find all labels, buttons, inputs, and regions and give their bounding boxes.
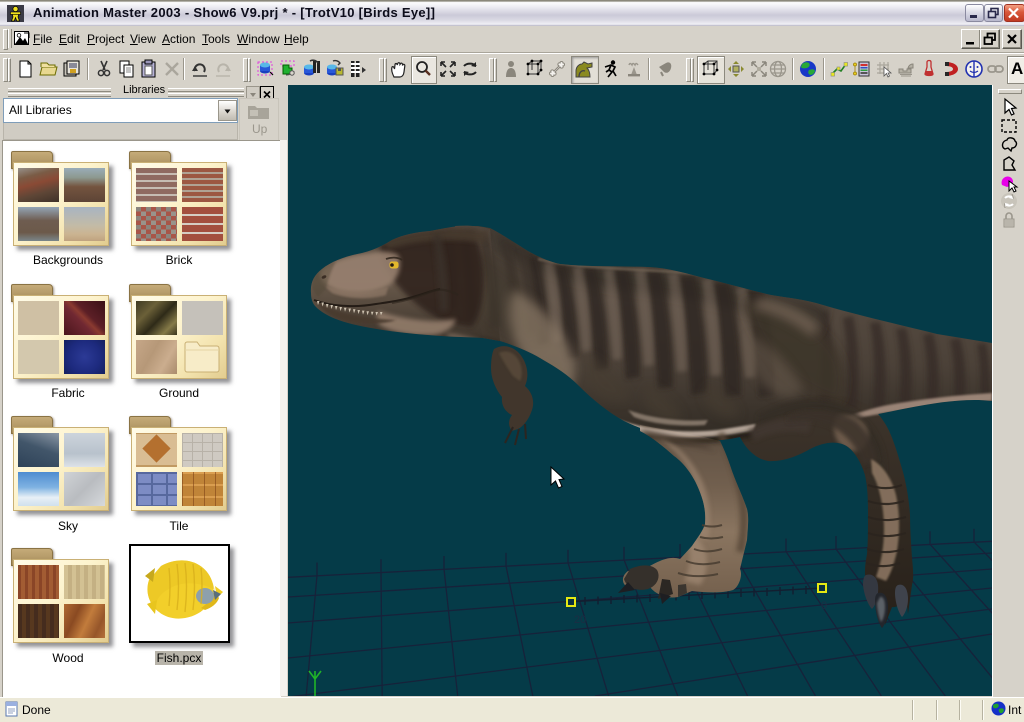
svg-text:0: 0: [821, 600, 827, 612]
svg-text:20: 20: [574, 614, 586, 626]
